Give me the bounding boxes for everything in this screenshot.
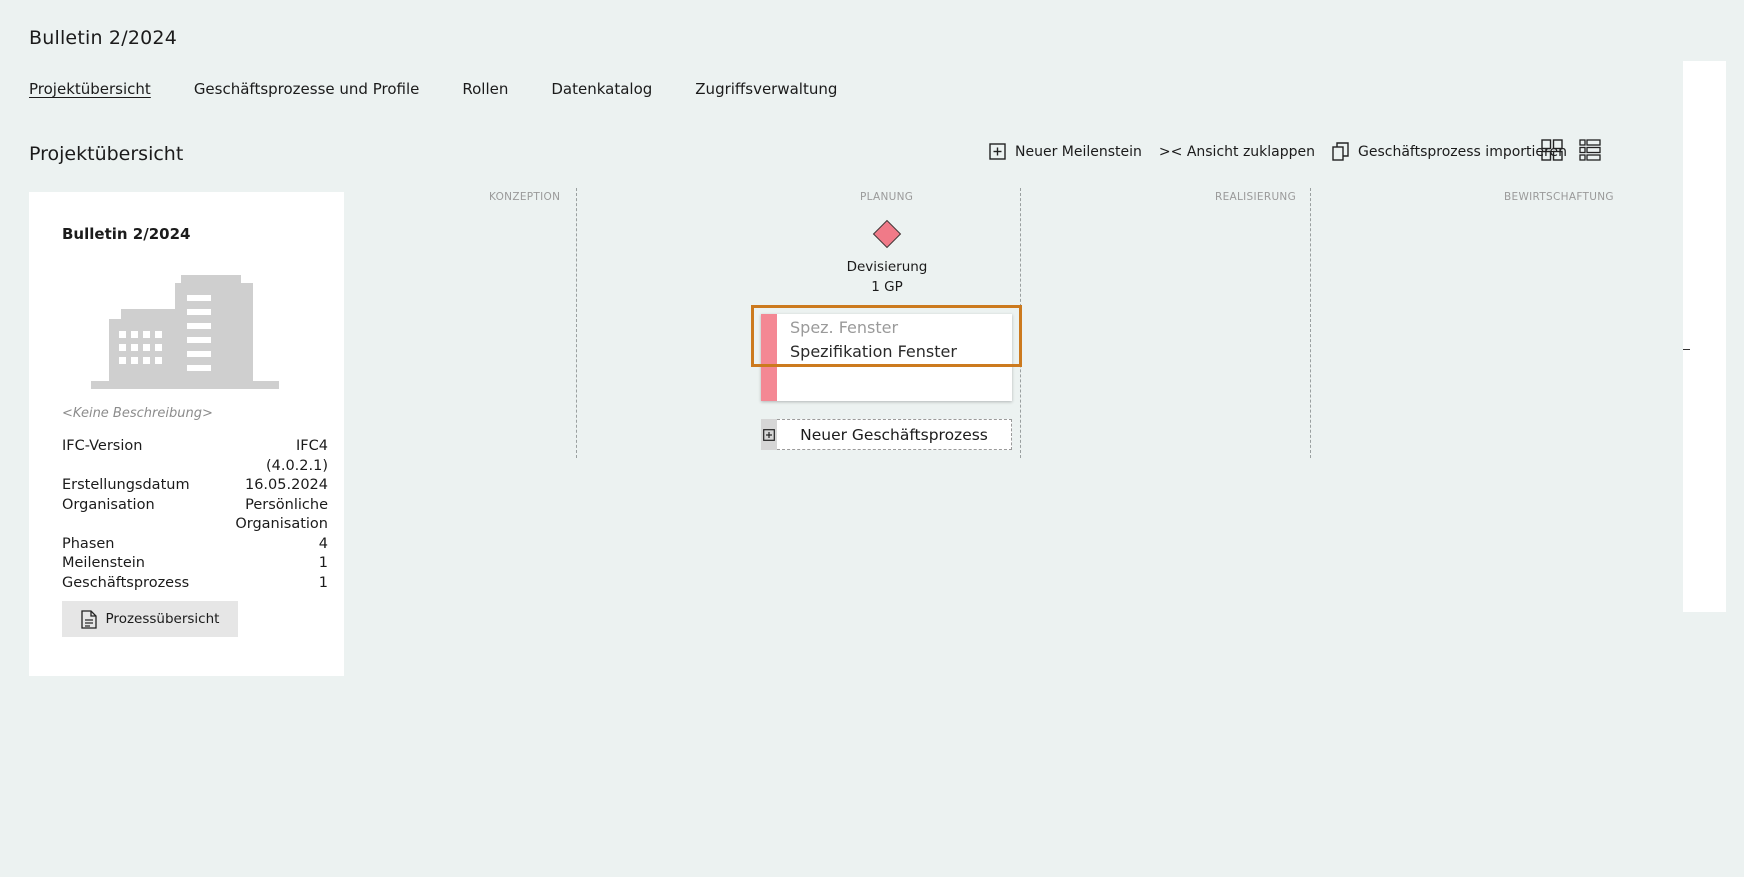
phase-label-planung: PLANUNG bbox=[860, 191, 914, 203]
tab-zugriffsverwaltung[interactable]: Zugriffsverwaltung bbox=[695, 80, 837, 98]
prop-value: 1 bbox=[318, 555, 328, 571]
prop-label: Phasen bbox=[62, 535, 115, 552]
phase-divider bbox=[1310, 188, 1311, 458]
tab-projektuebersicht[interactable]: Projektübersicht bbox=[29, 80, 151, 98]
milestone-diamond-icon[interactable] bbox=[872, 219, 902, 249]
document-icon bbox=[80, 609, 97, 629]
import-process-label: Geschäftsprozess importieren bbox=[1358, 143, 1567, 160]
prop-value: Persönliche Organisation bbox=[235, 496, 328, 533]
new-process-button[interactable]: Neuer Geschäftsprozess bbox=[761, 419, 1012, 450]
prop-processes: Geschäftsprozess 1 bbox=[62, 574, 328, 594]
phase-label-bewirtschaftung: BEWIRTSCHAFTUNG bbox=[1504, 191, 1614, 203]
prop-label: Organisation bbox=[62, 496, 155, 513]
view-switcher bbox=[1541, 139, 1617, 165]
side-panel[interactable] bbox=[1683, 61, 1726, 612]
prop-milestones: Meilenstein 1 bbox=[62, 554, 328, 574]
add-box-icon bbox=[989, 143, 1006, 160]
tab-geschaeftsprozesse[interactable]: Geschäftsprozesse und Profile bbox=[194, 80, 420, 98]
project-card: Bulletin 2/2024 <Keine Beschreibung> IFC… bbox=[29, 192, 344, 676]
project-card-title: Bulletin 2/2024 bbox=[62, 225, 191, 243]
grid-view-icon[interactable] bbox=[1541, 139, 1563, 165]
prop-label: Geschäftsprozess bbox=[62, 574, 190, 591]
app-title: Bulletin 2/2024 bbox=[29, 27, 177, 49]
process-card[interactable]: Spez. Fenster Spezifikation Fenster bbox=[761, 314, 1012, 401]
phase-label-konzeption: KONZEPTION bbox=[489, 191, 561, 203]
process-overview-label: Prozessübersicht bbox=[105, 611, 220, 627]
main-tabs: Projektübersicht Geschäftsprozesse und P… bbox=[29, 80, 880, 98]
milestone-name[interactable]: Devisierung bbox=[806, 259, 968, 275]
process-short-name: Spez. Fenster bbox=[790, 318, 899, 337]
building-icon bbox=[91, 275, 279, 389]
import-process-button[interactable]: Geschäftsprozess importieren bbox=[1332, 142, 1567, 161]
new-process-label: Neuer Geschäftsprozess bbox=[777, 419, 1012, 450]
phase-divider bbox=[576, 188, 577, 458]
prop-creation-date: Erstellungsdatum 16.05.2024 bbox=[62, 476, 328, 496]
process-overview-button[interactable]: Prozessübersicht bbox=[62, 601, 238, 637]
prop-value: IFC4 (4.0.2.1) bbox=[265, 438, 328, 474]
phase-label-realisierung: REALISIERUNG bbox=[1215, 191, 1297, 203]
new-milestone-label: Neuer Meilenstein bbox=[1015, 143, 1142, 160]
project-description: <Keine Beschreibung> bbox=[62, 406, 213, 421]
prop-value: 1 bbox=[318, 574, 328, 591]
copy-icon bbox=[1332, 142, 1349, 161]
new-milestone-button[interactable]: Neuer Meilenstein bbox=[989, 143, 1142, 160]
project-properties: IFC-Version IFC4 (4.0.2.1) Erstellungsdat… bbox=[62, 437, 328, 593]
prop-label: IFC-Version bbox=[62, 438, 143, 454]
process-name: Spezifikation Fenster bbox=[790, 342, 957, 361]
process-color-stripe bbox=[761, 314, 777, 401]
panel-handle[interactable] bbox=[1683, 349, 1690, 350]
prop-label: Erstellungsdatum bbox=[62, 477, 190, 493]
collapse-view-label: >< Ansicht zuklappen bbox=[1158, 143, 1316, 160]
collapse-view-button[interactable]: >< Ansicht zuklappen bbox=[1159, 144, 1315, 160]
tab-datenkatalog[interactable]: Datenkatalog bbox=[551, 80, 652, 98]
prop-value: 4 bbox=[318, 535, 328, 552]
tab-rollen[interactable]: Rollen bbox=[462, 80, 508, 98]
toolbar: Neuer Meilenstein >< Ansicht zuklappen G… bbox=[989, 142, 1584, 161]
phase-divider bbox=[1020, 188, 1021, 458]
page-title: Projektübersicht bbox=[29, 143, 184, 165]
prop-label: Meilenstein bbox=[62, 555, 145, 571]
add-icon bbox=[761, 419, 777, 450]
prop-ifc-version: IFC-Version IFC4 (4.0.2.1) bbox=[62, 437, 328, 476]
prop-value: 16.05.2024 bbox=[244, 477, 328, 493]
milestone-process-count: 1 GP bbox=[871, 279, 903, 295]
prop-phases: Phasen 4 bbox=[62, 535, 328, 555]
prop-organisation: Organisation Persönliche Organisation bbox=[62, 496, 328, 535]
list-view-icon[interactable] bbox=[1579, 139, 1601, 165]
